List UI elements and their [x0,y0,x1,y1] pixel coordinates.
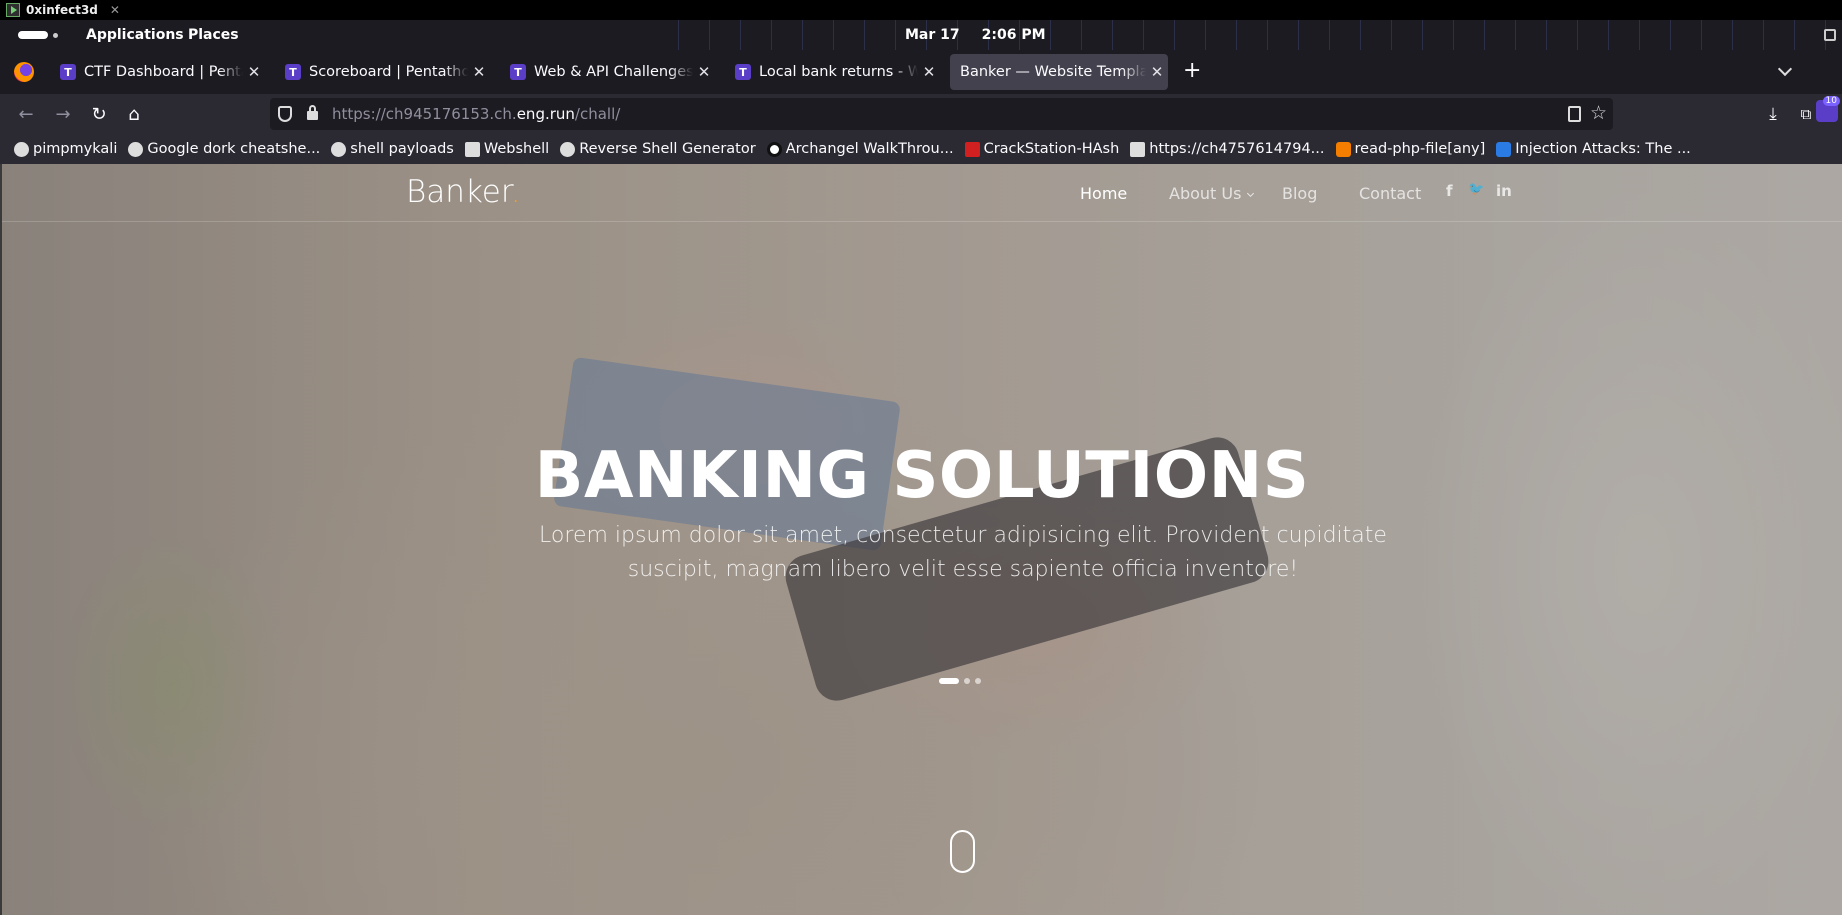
back-arrow-icon[interactable]: ← [14,102,38,126]
web-page: Banker. Home About Us Blog Contact f 🐦 i… [0,164,1842,915]
url-text[interactable]: https://ch945176153.ch. eng.run/chall/ [332,98,620,130]
slider-dot[interactable] [975,678,981,684]
tracking-protection-shield-icon[interactable] [278,106,292,122]
blogger-icon [1335,141,1351,157]
bookmark-star-icon[interactable]: ☆ [1590,102,1607,124]
medium-icon [766,141,782,157]
tab-favicon-icon: T [285,64,301,80]
github-icon [128,141,144,157]
skull-icon [560,141,576,157]
bookmark-label: https://ch4757614794... [1149,141,1325,157]
browser-nav-bar: ← → ↻ ⌂ https://ch945176153.ch. eng.run/c… [0,94,1842,134]
tab-banker-active[interactable]: Banker — Website Template ✕ [950,54,1168,90]
github-icon [331,141,347,157]
bookmark-label: pimpmykali [33,141,118,157]
bookmark-label: Archangel WalkThrou... [785,141,954,157]
bookmark-crackstation[interactable]: CrackStation-HAsh [964,141,1120,157]
hero-slider: BANKING SOLUTIONS Lorem ipsum dolor sit … [2,164,1842,915]
panel-wallpaper-decoration [660,20,1840,50]
tab-web-api-challenges[interactable]: T Web & API Challenges | Pentathon ✕ [502,54,715,90]
crackstation-icon [964,141,980,157]
terminal-app-icon [6,3,20,17]
hero-subtitle: Lorem ipsum dolor sit amet, consectetur … [539,523,1387,582]
github-icon [14,141,29,157]
robot-icon [1130,141,1146,157]
bookmark-label: Webshell [483,141,550,157]
tab-title: Scoreboard | Pentathon CTF [309,64,468,80]
tab-scoreboard[interactable]: T Scoreboard | Pentathon CTF ✕ [277,54,490,90]
forward-arrow-icon[interactable]: → [51,102,75,126]
lock-icon[interactable] [307,105,318,120]
home-icon[interactable]: ⌂ [122,102,146,126]
scroll-down-mouse-icon[interactable] [950,830,975,873]
tab-favicon-icon: T [510,64,526,80]
panel-date: Mar 17 [905,27,960,43]
window-title-bar: 0xinfect3d ✕ [0,0,1842,20]
places-menu[interactable]: Places [188,20,239,50]
downloads-icon[interactable]: ⤓ [1762,102,1784,126]
panel-clock[interactable]: Mar 17 2:06 PM [905,20,1046,50]
bookmark-google-dork[interactable]: Google dork cheatshe... [128,141,320,157]
applications-menu[interactable]: Applications [86,20,184,50]
reader-view-icon[interactable] [1568,106,1581,122]
extension-icon[interactable]: 10 [1816,96,1840,122]
url-domain: eng.run [516,105,575,123]
tab-close-icon[interactable]: ✕ [243,63,265,81]
webshell-icon [464,141,480,157]
bookmark-webshell[interactable]: Webshell [464,141,550,157]
bookmark-reverse-shell[interactable]: Reverse Shell Generator [560,141,756,157]
bookmarks-toolbar: pimpmykali Google dork cheatshe... shell… [0,134,1842,164]
tab-title: Local bank returns - Web [759,64,918,80]
firefox-icon [14,62,34,82]
bookmark-shell-payloads[interactable]: shell payloads [331,141,454,157]
window-close-icon[interactable]: ✕ [110,3,120,17]
extension-badge-count: 10 [1822,96,1840,106]
panel-time: 2:06 PM [981,27,1046,43]
reload-icon[interactable]: ↻ [87,102,111,126]
window-title: 0xinfect3d ✕ [6,0,120,20]
desktop-top-panel: Applications Places Mar 17 2:06 PM [0,20,1842,50]
new-tab-button[interactable]: + [1183,60,1201,82]
tab-close-icon[interactable]: ✕ [918,63,940,81]
bookmark-label: Google dork cheatshe... [147,141,321,157]
activities-indicator[interactable] [18,31,48,39]
bookmark-label: shell payloads [350,141,454,157]
tab-favicon-icon: T [735,64,751,80]
browser-tab-bar: T CTF Dashboard | Pentathon ✕ T Scoreboa… [0,50,1842,94]
edge-icon [1496,141,1512,157]
slider-dots [939,678,981,684]
bookmark-label: Reverse Shell Generator [579,141,756,157]
bookmark-label: read-php-file[any] [1354,141,1486,157]
tab-favicon-icon: T [60,64,76,80]
tab-title: Banker — Website Template [960,64,1146,80]
bookmark-read-php-file[interactable]: read-php-file[any] [1335,141,1486,157]
address-bar[interactable]: https://ch945176153.ch. eng.run/chall/ ☆ [270,98,1613,130]
tab-close-icon[interactable]: ✕ [468,63,490,81]
window-title-text: 0xinfect3d [26,3,98,17]
system-tray-icon[interactable] [1824,29,1836,41]
tab-title: CTF Dashboard | Pentathon [84,64,243,80]
extensions-puzzle-icon[interactable]: ⧉ [1795,102,1817,126]
tab-title: Web & API Challenges | Pentathon [534,64,693,80]
tab-close-icon[interactable]: ✕ [1146,63,1168,81]
hero-title: BANKING SOLUTIONS [534,439,1310,513]
bookmark-label: Injection Attacks: The ... [1515,141,1691,157]
url-path: /chall/ [574,105,621,123]
tab-local-bank-returns[interactable]: T Local bank returns - Web ✕ [727,54,940,90]
bookmark-pimpmykali[interactable]: pimpmykali [14,141,117,157]
bookmark-archangel[interactable]: Archangel WalkThrou... [766,141,954,157]
tab-close-icon[interactable]: ✕ [693,63,715,81]
bookmark-label: CrackStation-HAsh [983,141,1120,157]
bookmark-ch4757614794[interactable]: https://ch4757614794... [1130,141,1325,157]
url-prefix: https://ch945176153.ch. [332,105,517,123]
bookmark-injection-attacks[interactable]: Injection Attacks: The ... [1496,141,1691,157]
tab-ctf-dashboard[interactable]: T CTF Dashboard | Pentathon ✕ [52,54,265,90]
list-all-tabs-icon[interactable] [1777,61,1793,77]
workspace-dot [53,33,58,38]
slider-dot-active[interactable] [939,678,959,684]
slider-dot[interactable] [964,678,970,684]
